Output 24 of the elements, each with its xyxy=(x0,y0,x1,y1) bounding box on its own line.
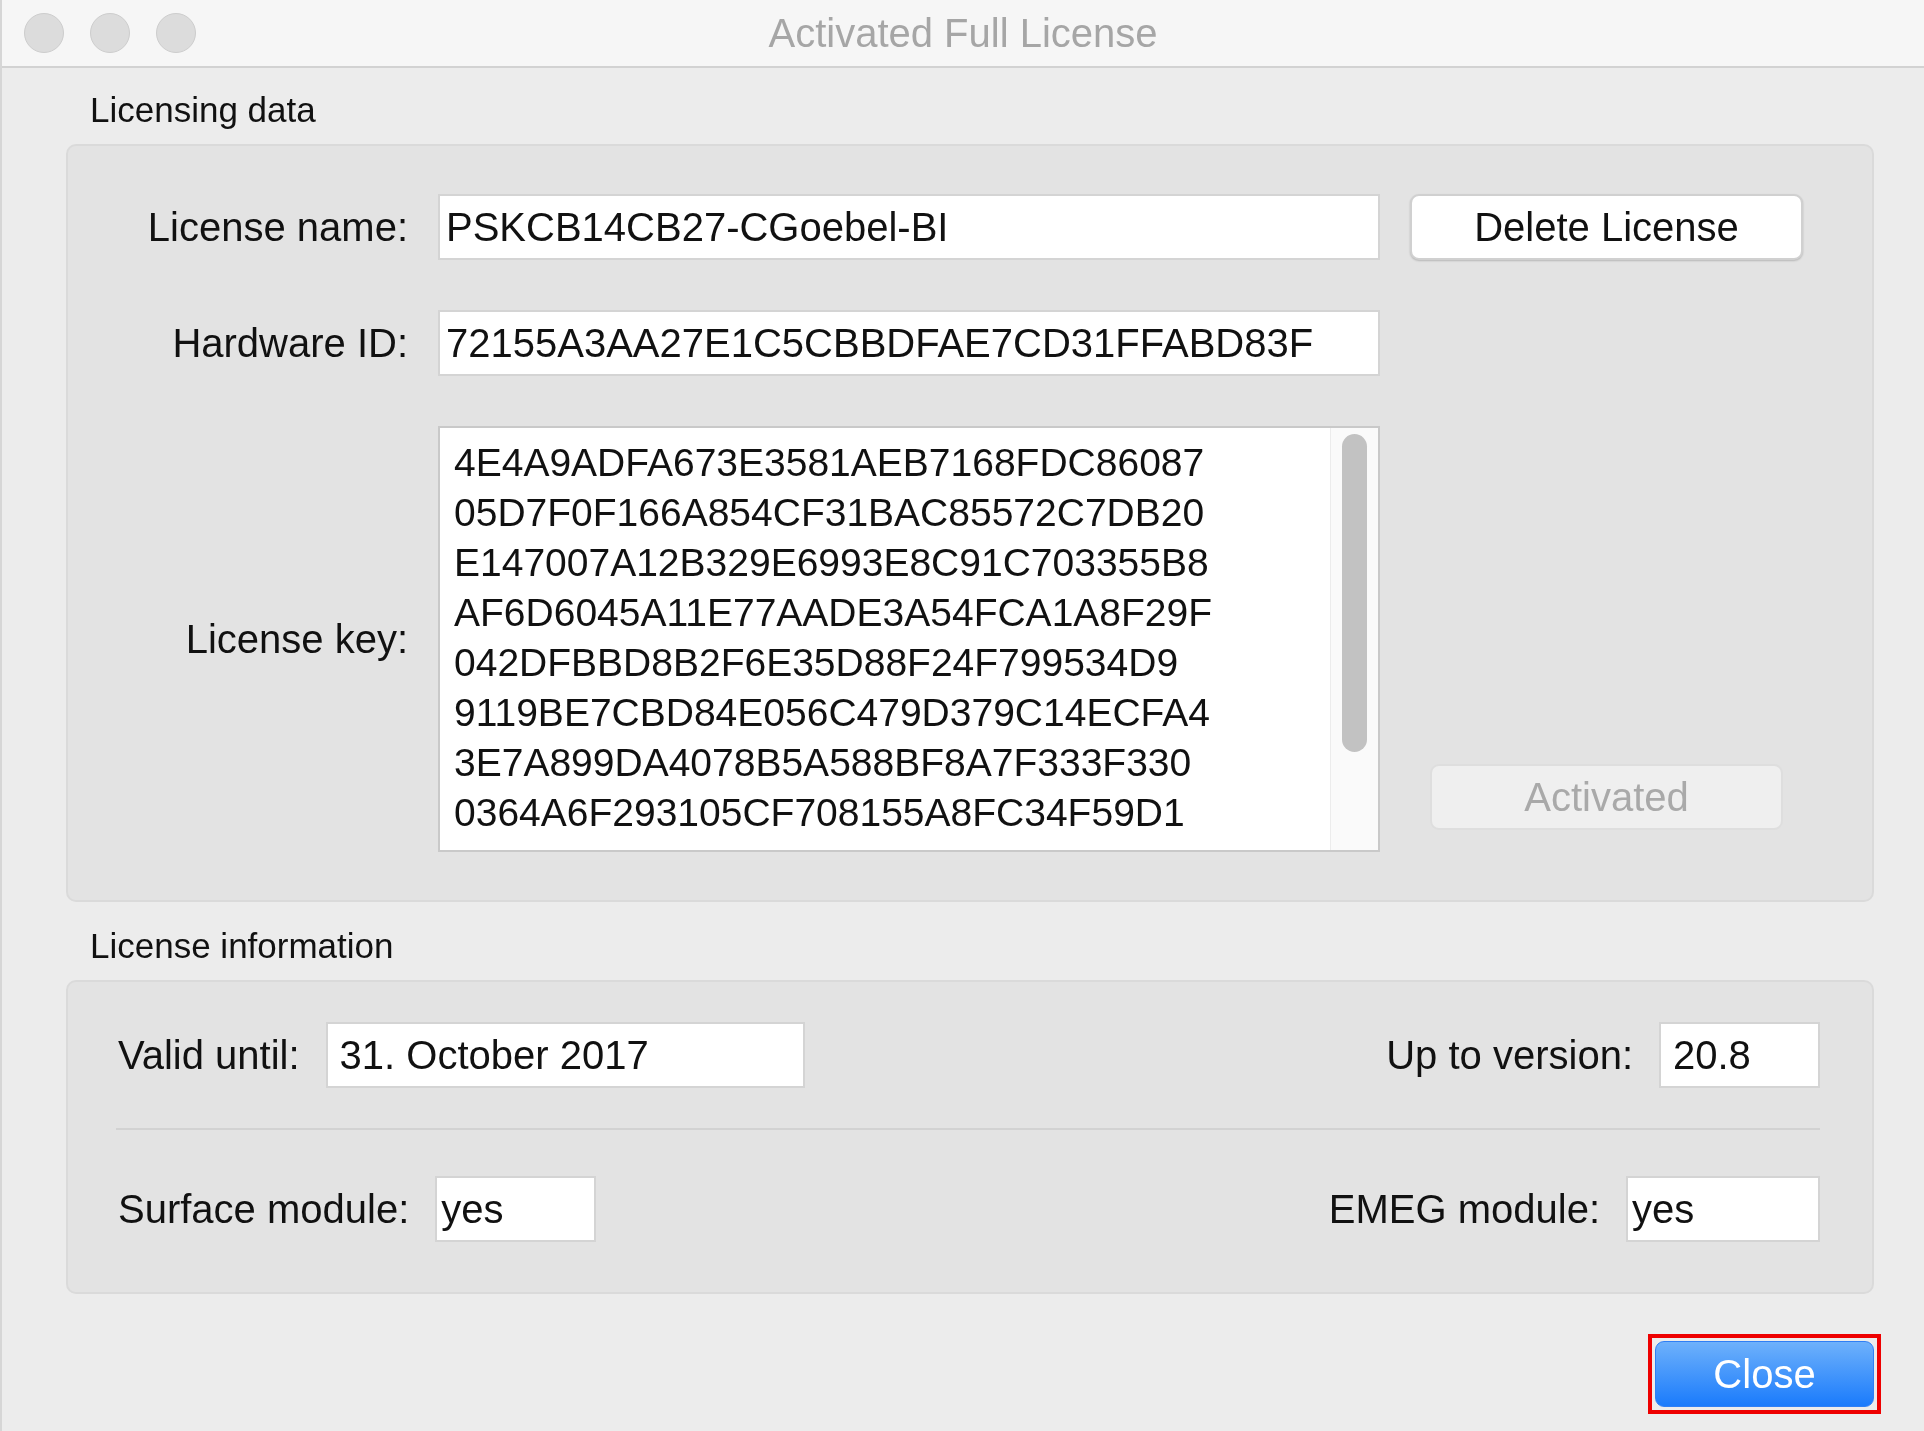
field-label: License name: xyxy=(146,204,408,250)
scrollbar[interactable] xyxy=(1330,428,1378,850)
license-key-text: 4E4A9ADFA673E3581AEB7168FDC86087 05D7F0F166A854CF31BAC85572C7DB20 E147007A12B329E6993E8C91C703355B8 AF6D6045A11E77AADE3A54FCA1A8F29F 042DFBBD8B2F6E35D88F24F799534D9 9119BE7CBD84E056C479D379C14ECFA4 3E7A899DA4078B5A588BF8A7F333F330 0364A6F293105CF708155A8FC34F59D1 xyxy=(453,440,1214,836)
action-button[interactable]: Delete License xyxy=(1410,194,1803,260)
section-heading: Licensing data xyxy=(90,90,317,130)
text-field[interactable]: yes xyxy=(435,1176,597,1242)
text-field[interactable]: PSKCB14CB27-CGoebel-BI xyxy=(438,194,1380,260)
close-window-icon[interactable] xyxy=(24,13,64,53)
field-label: Hardware ID: xyxy=(171,320,408,366)
field-label: Surface module: xyxy=(118,1186,410,1232)
license-key-area[interactable] xyxy=(438,426,1380,852)
section-heading: License information xyxy=(90,926,395,966)
text-field[interactable]: 31. October 2017 xyxy=(325,1022,805,1088)
text-field[interactable]: 20.8 xyxy=(1659,1022,1820,1088)
minimize-window-icon[interactable] xyxy=(90,13,130,53)
zoom-window-icon[interactable] xyxy=(156,13,196,53)
text-field[interactable]: yes xyxy=(1626,1176,1820,1242)
text-field[interactable]: 72155A3AA27E1C5CBBDFAE7CD31FFABD83F xyxy=(438,310,1380,376)
field-label: EMEG module: xyxy=(1328,1186,1600,1232)
field-label: Valid until: xyxy=(118,1032,300,1078)
window-title: Activated Full License xyxy=(768,10,1158,56)
field-label: License key: xyxy=(184,616,408,662)
field-label: Up to version: xyxy=(1386,1032,1633,1078)
scrollbar-thumb[interactable] xyxy=(1342,434,1367,752)
